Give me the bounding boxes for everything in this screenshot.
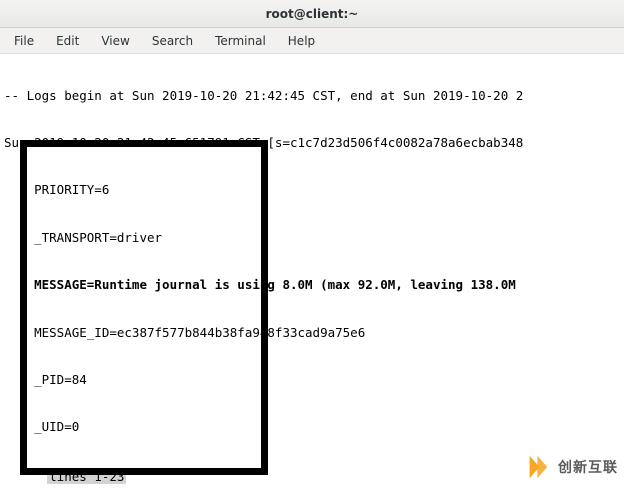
menu-view[interactable]: View: [91, 30, 139, 52]
log-line: _PID=84: [4, 372, 620, 388]
log-line: Sun 2019-10-20 21:42:45.651791 CST [s=c1…: [4, 135, 620, 151]
log-line: _UID=0: [4, 419, 620, 435]
pager-status-text: lines 1-23: [47, 469, 126, 484]
watermark-text: 创新互联: [558, 457, 618, 477]
menu-help[interactable]: Help: [278, 30, 325, 52]
terminal-window: root@client:~ File Edit View Search Term…: [0, 0, 624, 501]
log-line: PRIORITY=6: [4, 182, 620, 198]
menu-search[interactable]: Search: [142, 30, 203, 52]
pager-status: lines 1-23: [0, 454, 128, 501]
log-line: MESSAGE_ID=ec387f577b844b38fa948f33cad9a…: [4, 325, 620, 341]
watermark-icon: [524, 453, 552, 481]
menubar: File Edit View Search Terminal Help: [0, 28, 624, 54]
log-line: -- Logs begin at Sun 2019-10-20 21:42:45…: [4, 88, 620, 104]
menu-file[interactable]: File: [4, 30, 44, 52]
menu-edit[interactable]: Edit: [46, 30, 89, 52]
terminal-area[interactable]: -- Logs begin at Sun 2019-10-20 21:42:45…: [0, 54, 624, 501]
window-title: root@client:~: [266, 7, 359, 21]
log-message-line: MESSAGE=Runtime journal is using 8.0M (m…: [4, 277, 620, 293]
menu-terminal[interactable]: Terminal: [205, 30, 276, 52]
log-line: _TRANSPORT=driver: [4, 230, 620, 246]
watermark: 创新互联: [524, 453, 618, 481]
titlebar: root@client:~: [0, 0, 624, 28]
